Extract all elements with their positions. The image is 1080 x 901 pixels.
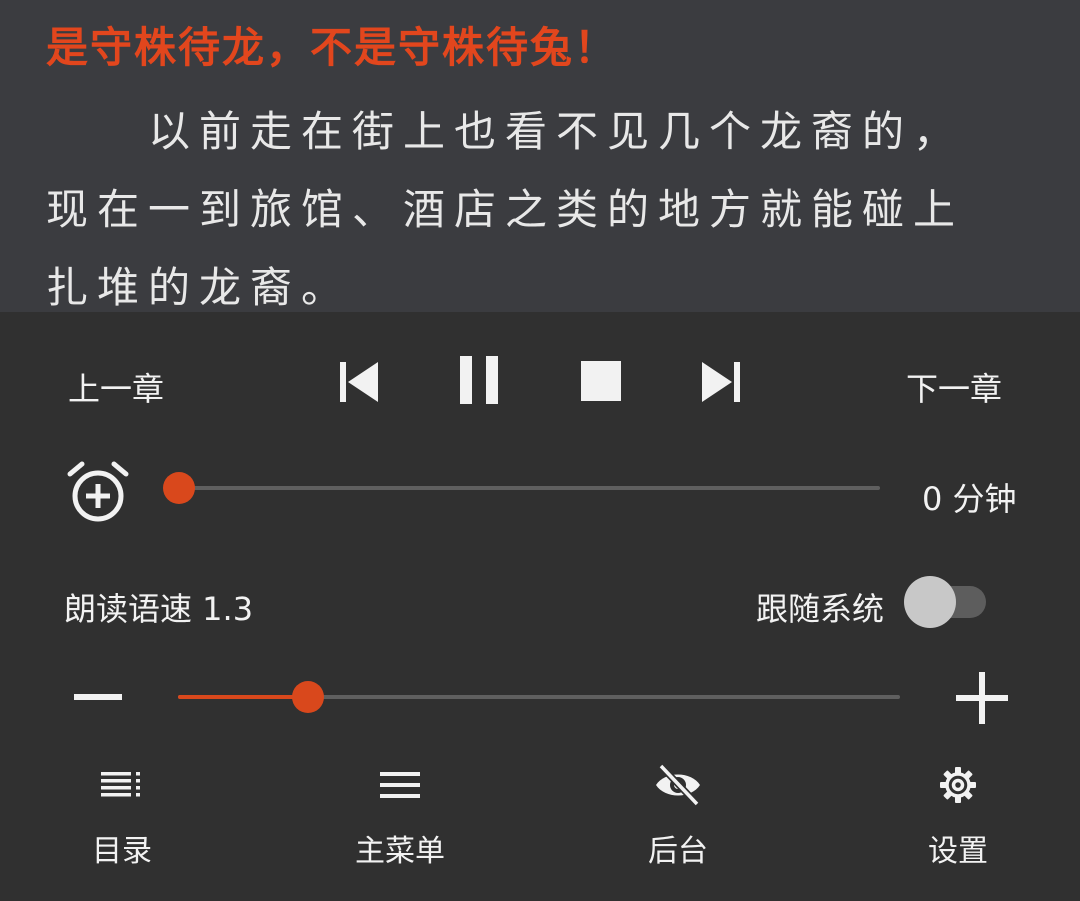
nav-background-label: 后台 [648,834,708,869]
timer-value: 0 分钟 [922,480,1017,518]
timer-slider-thumb[interactable] [163,472,195,504]
nav-main-menu-button[interactable]: 主菜单 [320,762,480,870]
follow-system-label: 跟随系统 [756,590,885,628]
nav-background-button[interactable]: 后台 [598,762,758,870]
nav-main-menu-label: 主菜单 [355,834,445,869]
next-chapter-button[interactable]: 下一章 [906,364,1002,410]
nav-settings-button[interactable]: 设置 [878,762,1038,870]
stop-icon[interactable] [578,358,624,408]
nav-toc-button[interactable]: 目录 [42,762,202,870]
read-aloud-panel: 上一章 下一章 0 分钟 朗读语速 1.3 跟随系统 目录 主菜单 后台 设置 [0,312,1080,901]
paragraph-line: 扎堆的龙裔。 [46,263,353,312]
timer-slider-track[interactable] [178,486,880,490]
pause-icon[interactable] [456,354,504,410]
speed-slider-thumb[interactable] [291,681,324,713]
reader-content: 是守株待龙，不是守株待兔！ 以前走在街上也看不见几个龙裔的， 现在一到旅馆、酒店… [0,0,1080,312]
speed-label: 朗读语速 1.3 [64,590,254,628]
paragraph-line: 现在一到旅馆、酒店之类的地方就能碰上 [46,185,965,234]
nav-toc-label: 目录 [92,834,152,869]
eye-off-icon [656,763,700,807]
gear-icon [940,767,976,803]
prev-chapter-button[interactable]: 上一章 [68,364,164,410]
nav-settings-label: 设置 [928,834,988,869]
menu-icon [380,772,420,798]
skip-next-icon[interactable] [696,358,746,410]
paragraph-line: 以前走在街上也看不见几个龙裔的， [46,107,965,156]
follow-system-toggle[interactable] [904,576,988,628]
speed-slider-fill [178,695,308,699]
plus-icon[interactable] [954,670,1010,730]
skip-previous-icon[interactable] [334,358,384,410]
chapter-title: 是守株待龙，不是守株待兔！ [46,23,619,72]
alarm-add-icon[interactable] [66,460,130,528]
toc-icon [101,772,140,797]
minus-icon[interactable] [72,682,124,716]
